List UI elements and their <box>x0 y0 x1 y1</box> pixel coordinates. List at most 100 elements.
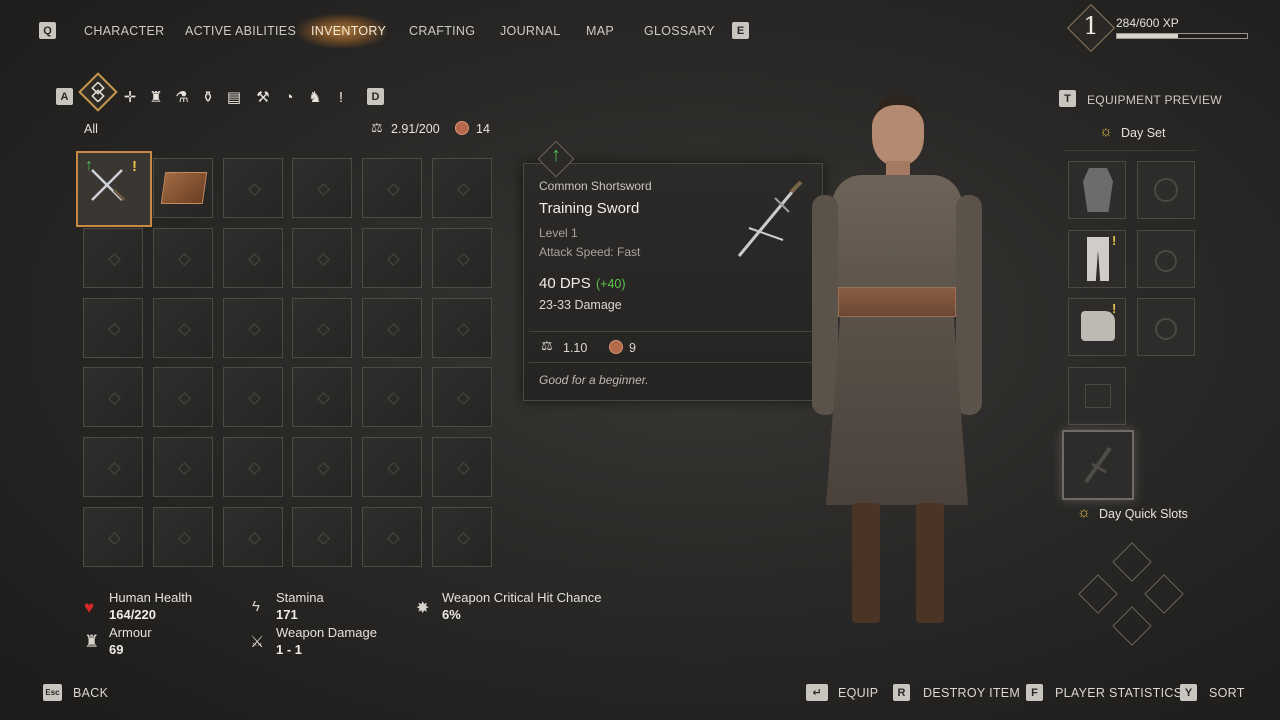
tab-glossary[interactable]: GLOSSARY <box>644 24 715 38</box>
tab-active-abilities[interactable]: ACTIVE ABILITIES <box>185 24 296 38</box>
equip-key-icon[interactable]: ↵ <box>806 684 828 701</box>
quick-slot-bottom[interactable] <box>1112 606 1152 646</box>
upgrade-arrow-icon: ↑ <box>85 157 93 174</box>
item-level: Level 1 <box>539 226 578 240</box>
inventory-slot[interactable] <box>153 298 213 358</box>
weapon-damage-label: Weapon Damage <box>276 625 377 640</box>
back-key[interactable]: Esc <box>43 684 62 701</box>
destroy-item-button[interactable]: DESTROY ITEM <box>923 686 1020 700</box>
filter-prev-key[interactable]: A <box>56 88 73 105</box>
back-button[interactable]: BACK <box>73 686 108 700</box>
xp-progress-fill <box>1117 34 1179 38</box>
material-filter-icon[interactable]: ♞ <box>304 86 326 108</box>
crit-chance-label: Weapon Critical Hit Chance <box>442 590 602 605</box>
quick-slot-left[interactable] <box>1078 574 1118 614</box>
gloves-slot[interactable] <box>1068 367 1126 425</box>
item-description: Good for a beginner. <box>539 373 649 387</box>
inventory-slot[interactable] <box>83 507 143 567</box>
inventory-slot[interactable] <box>223 158 283 218</box>
tooltip-weight-icon: ⚖ <box>541 338 553 353</box>
inventory-slot[interactable] <box>362 367 422 427</box>
inventory-slot[interactable] <box>153 367 213 427</box>
inventory-slot[interactable] <box>432 228 492 288</box>
destroy-key[interactable]: R <box>893 684 910 701</box>
inventory-slot[interactable] <box>223 507 283 567</box>
item-value: 9 <box>629 341 636 355</box>
nav-prev-key[interactable]: Q <box>39 22 56 39</box>
legs-alert-icon: ! <box>1112 233 1117 248</box>
inventory-slot[interactable] <box>362 298 422 358</box>
boots-slot[interactable]: ! <box>1068 298 1126 356</box>
tooltip-divider <box>529 331 817 332</box>
book-item-icon <box>160 172 208 204</box>
quick-slot-top[interactable] <box>1112 542 1152 582</box>
weapon-filter-icon[interactable]: ✛ <box>119 86 141 108</box>
inventory-slot[interactable] <box>292 507 352 567</box>
ring-slot-1[interactable] <box>1137 230 1195 288</box>
book-filter-icon[interactable]: ▤ <box>223 86 245 108</box>
inventory-slot[interactable] <box>153 228 213 288</box>
tab-crafting[interactable]: CRAFTING <box>409 24 475 38</box>
inventory-slot[interactable] <box>83 437 143 497</box>
inventory-slot[interactable] <box>83 298 143 358</box>
inventory-slot[interactable] <box>362 437 422 497</box>
inventory-slot[interactable] <box>362 158 422 218</box>
day-set-label[interactable]: Day Set <box>1121 126 1165 140</box>
weapon-damage-icon: ⚔ <box>250 634 265 651</box>
item-dps-delta: (+40) <box>596 277 626 291</box>
inventory-slot[interactable] <box>292 437 352 497</box>
consumable-filter-icon[interactable]: ⚗ <box>171 86 193 108</box>
crafting-filter-icon[interactable]: ⚒ <box>252 86 274 108</box>
item-damage: 23-33 Damage <box>539 298 622 312</box>
tab-character[interactable]: CHARACTER <box>84 24 164 38</box>
inventory-slot[interactable] <box>432 158 492 218</box>
chest-armour-slot[interactable] <box>1068 161 1126 219</box>
inventory-slot[interactable] <box>83 228 143 288</box>
inventory-slot[interactable] <box>223 298 283 358</box>
inventory-slot[interactable] <box>432 298 492 358</box>
ring-slot-2[interactable] <box>1137 298 1195 356</box>
inventory-slot[interactable] <box>83 367 143 427</box>
quick-slots-sun-icon: ☼ <box>1077 504 1091 521</box>
tab-map[interactable]: MAP <box>586 24 614 38</box>
inventory-slot[interactable] <box>153 507 213 567</box>
tab-inventory[interactable]: INVENTORY <box>311 24 386 38</box>
item-name: Training Sword <box>539 200 640 217</box>
inventory-slot[interactable] <box>432 507 492 567</box>
inventory-slot[interactable] <box>292 298 352 358</box>
armour-filter-icon[interactable]: ♜ <box>145 86 167 108</box>
clock-filter-icon[interactable]: ◔ <box>278 86 300 108</box>
inventory-slot[interactable] <box>223 437 283 497</box>
sort-button[interactable]: SORT <box>1209 686 1245 700</box>
alert-filter-icon[interactable]: ! <box>330 86 352 108</box>
inventory-slot[interactable] <box>432 437 492 497</box>
nav-next-key[interactable]: E <box>732 22 749 39</box>
inventory-slot[interactable] <box>362 228 422 288</box>
inventory-slot[interactable] <box>292 367 352 427</box>
sort-key[interactable]: Y <box>1180 684 1197 701</box>
health-value: 164/220 <box>109 607 156 622</box>
inventory-slot[interactable] <box>153 437 213 497</box>
quick-slots-label[interactable]: Day Quick Slots <box>1099 507 1188 521</box>
inventory-slot[interactable] <box>223 228 283 288</box>
character-model <box>812 95 982 635</box>
inventory-slot[interactable] <box>292 158 352 218</box>
player-stats-key[interactable]: F <box>1026 684 1043 701</box>
quick-slot-right[interactable] <box>1144 574 1184 614</box>
equipment-preview-key[interactable]: T <box>1059 90 1076 107</box>
level-number: 1 <box>1083 12 1099 40</box>
inventory-slot[interactable] <box>362 507 422 567</box>
inventory-slot[interactable] <box>292 228 352 288</box>
trinket-slot-1[interactable] <box>1137 161 1195 219</box>
legs-armour-slot[interactable]: ! <box>1068 230 1126 288</box>
weapon-slot[interactable] <box>1062 430 1134 500</box>
player-statistics-button[interactable]: PLAYER STATISTICS <box>1055 686 1182 700</box>
inventory-slot[interactable] <box>223 367 283 427</box>
inventory-slot[interactable] <box>432 367 492 427</box>
xp-progress-bar <box>1116 33 1248 39</box>
tab-journal[interactable]: JOURNAL <box>500 24 560 38</box>
filter-next-key[interactable]: D <box>367 88 384 105</box>
tooltip-sword-icon <box>737 180 803 257</box>
potion-filter-icon[interactable]: ⚱ <box>197 86 219 108</box>
equip-button[interactable]: EQUIP <box>838 686 878 700</box>
